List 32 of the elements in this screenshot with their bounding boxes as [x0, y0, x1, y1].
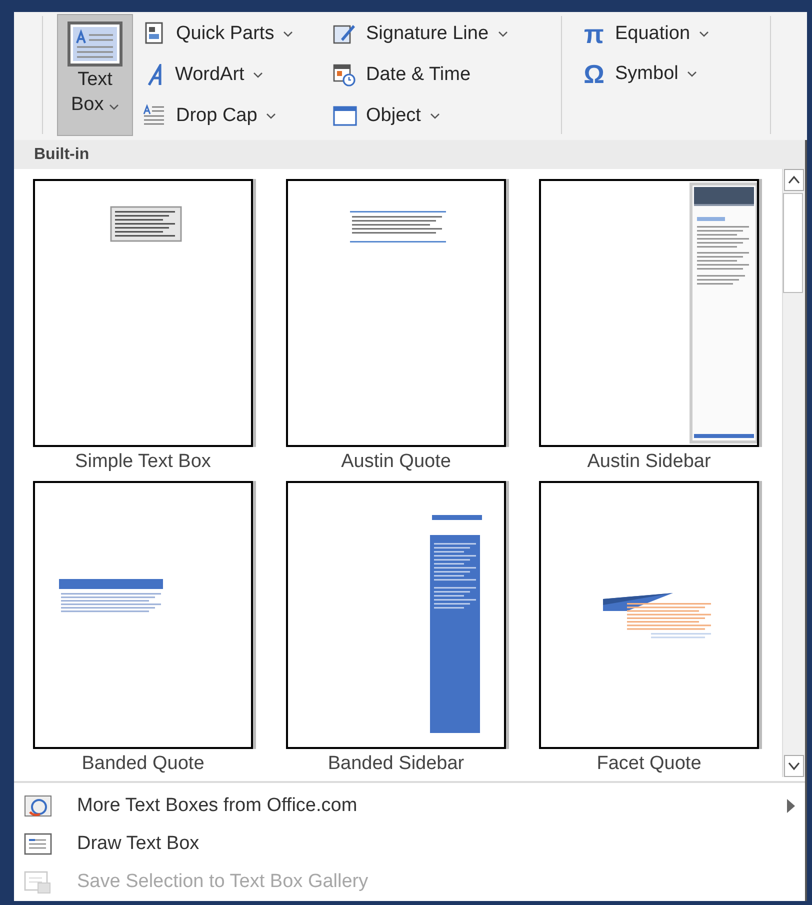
gallery-item[interactable]: Banded Quote: [32, 481, 254, 776]
calendar-clock-icon: [333, 63, 357, 87]
ribbon-button[interactable]: WordArt: [137, 55, 270, 95]
gallery-item[interactable]: Austin Sidebar: [538, 179, 760, 474]
text-box-save-icon: [24, 870, 52, 894]
ribbon-button[interactable]: Signature Line: [327, 14, 514, 54]
scroll-up-icon: [784, 169, 804, 192]
ribbon-button[interactable]: Object: [327, 96, 446, 136]
symbol-icon: Ω: [582, 58, 606, 90]
gallery-item[interactable]: Simple Text Box: [32, 179, 254, 474]
ribbon-button[interactable]: Drop Cap: [137, 96, 282, 136]
menu-item[interactable]: Draw Text Box: [14, 825, 805, 863]
ribbon-button[interactable]: Date & Time: [327, 55, 477, 95]
scrollbar[interactable]: [782, 169, 805, 777]
wordart-icon: [147, 64, 162, 86]
text-box-icon: [67, 21, 123, 67]
signature-icon: [333, 22, 357, 46]
scroll-thumb[interactable]: [783, 193, 803, 294]
globe-refresh-icon: [24, 794, 52, 818]
gallery-item[interactable]: Banded Sidebar: [285, 481, 507, 776]
gallery-item[interactable]: Facet Quote: [538, 481, 760, 776]
scroll-down-icon: [784, 755, 804, 777]
text-box-button[interactable]: Text Box: [57, 14, 133, 136]
menu-item[interactable]: More Text Boxes from Office.com: [14, 787, 805, 825]
symbol-icon: π: [582, 18, 606, 50]
gallery-item[interactable]: Austin Quote: [285, 179, 507, 474]
gallery-header: Built-in: [14, 140, 805, 170]
ribbon-button[interactable]: Quick Parts: [137, 14, 300, 54]
ribbon-button[interactable]: π Equation: [576, 14, 716, 54]
window-icon: [333, 104, 357, 128]
text-box-icon: [24, 832, 52, 856]
ribbon-button[interactable]: Ω Symbol: [576, 54, 704, 94]
